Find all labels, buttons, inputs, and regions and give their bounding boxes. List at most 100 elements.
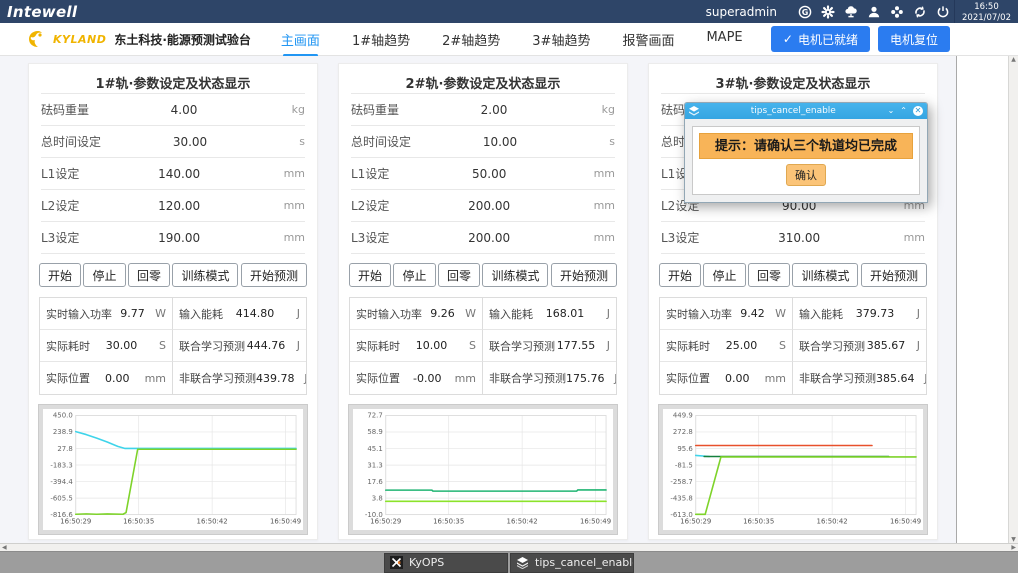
- status-cell: 非联合学习预测385.64J: [793, 362, 926, 394]
- start-predict-button[interactable]: 开始预测: [861, 263, 927, 287]
- taskbar-item-1[interactable]: KyOPS: [384, 553, 508, 573]
- scroll-right-arrow[interactable]: ▶: [1011, 544, 1016, 551]
- trend-chart-svg: 72.758.945.131.317.63.8-10.016:50:2916:5…: [353, 409, 613, 530]
- motor-ready-button[interactable]: ✓ 电机已就绪: [771, 26, 870, 52]
- motor-reset-button[interactable]: 电机复位: [878, 26, 950, 52]
- param-value-field[interactable]: 30.00: [101, 135, 279, 149]
- return-zero-button[interactable]: 回零: [438, 263, 480, 287]
- train-mode-button[interactable]: 训练模式: [172, 263, 238, 287]
- dialog-title: tips_cancel_enable: [699, 106, 888, 116]
- stop-button[interactable]: 停止: [703, 263, 745, 287]
- return-zero-button[interactable]: 回零: [128, 263, 170, 287]
- svg-text:27.8: 27.8: [57, 445, 72, 453]
- svg-text:16:50:35: 16:50:35: [123, 518, 154, 526]
- status-cell: 输入能耗414.80J: [173, 298, 306, 330]
- status-label: 联合学习预测: [799, 338, 865, 354]
- vertical-scrollbar[interactable]: ▲ ▼: [1008, 56, 1018, 543]
- intewell-logo: Intewell: [7, 3, 77, 21]
- settings-gear-icon[interactable]: [816, 0, 839, 23]
- system-clock: 16:50 2021/07/02: [954, 0, 1018, 23]
- param-value-field[interactable]: 2.00: [399, 103, 589, 117]
- param-value-field[interactable]: 50.00: [389, 167, 589, 181]
- svg-text:16:50:42: 16:50:42: [197, 518, 228, 526]
- scroll-up-arrow[interactable]: ▲: [1011, 56, 1016, 63]
- tab-2[interactable]: 1#轴趋势: [352, 30, 410, 49]
- power-icon[interactable]: [931, 0, 954, 23]
- param-value-field[interactable]: 4.00: [89, 103, 279, 117]
- return-zero-button[interactable]: 回零: [748, 263, 790, 287]
- scroll-left-arrow[interactable]: ◀: [2, 544, 7, 551]
- status-label: 实际耗时: [666, 338, 710, 354]
- tab-4[interactable]: 3#轴趋势: [532, 30, 590, 49]
- status-cell: 联合学习预测444.76J: [173, 330, 306, 362]
- start-button[interactable]: 开始: [39, 263, 81, 287]
- status-unit: mm: [765, 372, 786, 385]
- param-value-field[interactable]: 10.00: [411, 135, 589, 149]
- svg-text:16:50:35: 16:50:35: [743, 518, 774, 526]
- param-value-field[interactable]: 190.00: [79, 231, 279, 245]
- status-value: 9.42: [732, 307, 773, 320]
- param-label: L3设定: [41, 229, 79, 246]
- param-value-field[interactable]: 140.00: [79, 167, 279, 181]
- tab-5[interactable]: 报警画面: [622, 30, 674, 49]
- cloud-icon[interactable]: [839, 0, 862, 23]
- start-predict-button[interactable]: 开始预测: [551, 263, 617, 287]
- param-value-field[interactable]: 310.00: [699, 231, 899, 245]
- status-label: 实际位置: [356, 370, 400, 386]
- confirm-button[interactable]: 确认: [786, 164, 826, 186]
- status-value: 379.73: [843, 307, 907, 320]
- minimize-icon[interactable]: ⌄: [888, 107, 895, 115]
- tab-6[interactable]: MAPE: [706, 30, 742, 49]
- taskbar-item-label: tips_cancel_enable: [535, 556, 634, 569]
- tab-3[interactable]: 2#轴趋势: [442, 30, 500, 49]
- sync-icon[interactable]: [908, 0, 931, 23]
- svg-text:449.9: 449.9: [673, 412, 693, 420]
- license-icon[interactable]: G: [793, 0, 816, 23]
- trend-chart: 72.758.945.131.317.63.8-10.016:50:2916:5…: [349, 405, 617, 534]
- param-unit: kg: [589, 103, 615, 116]
- kyops-icon: [390, 556, 403, 569]
- status-unit: S: [463, 339, 476, 352]
- param-unit: s: [279, 135, 305, 148]
- status-unit: J: [915, 372, 927, 385]
- param-value-field[interactable]: 120.00: [79, 199, 279, 213]
- param-value-field[interactable]: 200.00: [389, 231, 589, 245]
- status-unit: S: [773, 339, 786, 352]
- train-mode-button[interactable]: 训练模式: [482, 263, 548, 287]
- svg-text:95.6: 95.6: [677, 445, 692, 453]
- param-label: L3设定: [351, 229, 389, 246]
- taskbar-item-2[interactable]: tips_cancel_enable: [510, 553, 634, 573]
- scroll-down-arrow[interactable]: ▼: [1011, 536, 1016, 543]
- panel-track-1: 1#轨·参数设定及状态显示砝码重量4.00kg总时间设定30.00sL1设定14…: [28, 63, 318, 540]
- dialog-title-bar[interactable]: tips_cancel_enable ⌄ ⌃ ✕: [685, 103, 927, 119]
- motor-reset-label: 电机复位: [890, 31, 938, 48]
- status-value: 444.76: [245, 339, 287, 352]
- start-button[interactable]: 开始: [659, 263, 701, 287]
- param-value-field[interactable]: 200.00: [389, 199, 589, 213]
- param-unit: kg: [279, 103, 305, 116]
- maximize-icon[interactable]: ⌃: [900, 107, 907, 115]
- svg-text:16:50:49: 16:50:49: [890, 518, 921, 526]
- tab-1[interactable]: 主画面: [281, 30, 320, 49]
- svg-text:16:50:49: 16:50:49: [580, 518, 611, 526]
- status-unit: J: [287, 307, 300, 320]
- apps-cluster-icon[interactable]: [885, 0, 908, 23]
- start-button[interactable]: 开始: [349, 263, 391, 287]
- status-unit: J: [907, 339, 920, 352]
- start-predict-button[interactable]: 开始预测: [241, 263, 307, 287]
- status-label: 输入能耗: [799, 306, 843, 322]
- status-cell: 实际耗时30.00S: [40, 330, 173, 362]
- kyland-brand-name: KYLAND: [53, 33, 106, 46]
- user-icon[interactable]: [862, 0, 885, 23]
- svg-text:17.6: 17.6: [367, 478, 382, 486]
- svg-text:58.9: 58.9: [367, 428, 382, 436]
- stop-button[interactable]: 停止: [83, 263, 125, 287]
- status-cell: 联合学习预测385.67J: [793, 330, 926, 362]
- stop-button[interactable]: 停止: [393, 263, 435, 287]
- svg-text:72.7: 72.7: [367, 412, 382, 420]
- close-icon[interactable]: ✕: [913, 106, 923, 116]
- train-mode-button[interactable]: 训练模式: [792, 263, 858, 287]
- status-cell: 非联合学习预测439.78J: [173, 362, 306, 394]
- trend-chart: 449.9272.895.6-81.5-258.7-435.8-613.016:…: [659, 405, 927, 534]
- horizontal-scrollbar[interactable]: ◀ ▶: [0, 543, 1018, 551]
